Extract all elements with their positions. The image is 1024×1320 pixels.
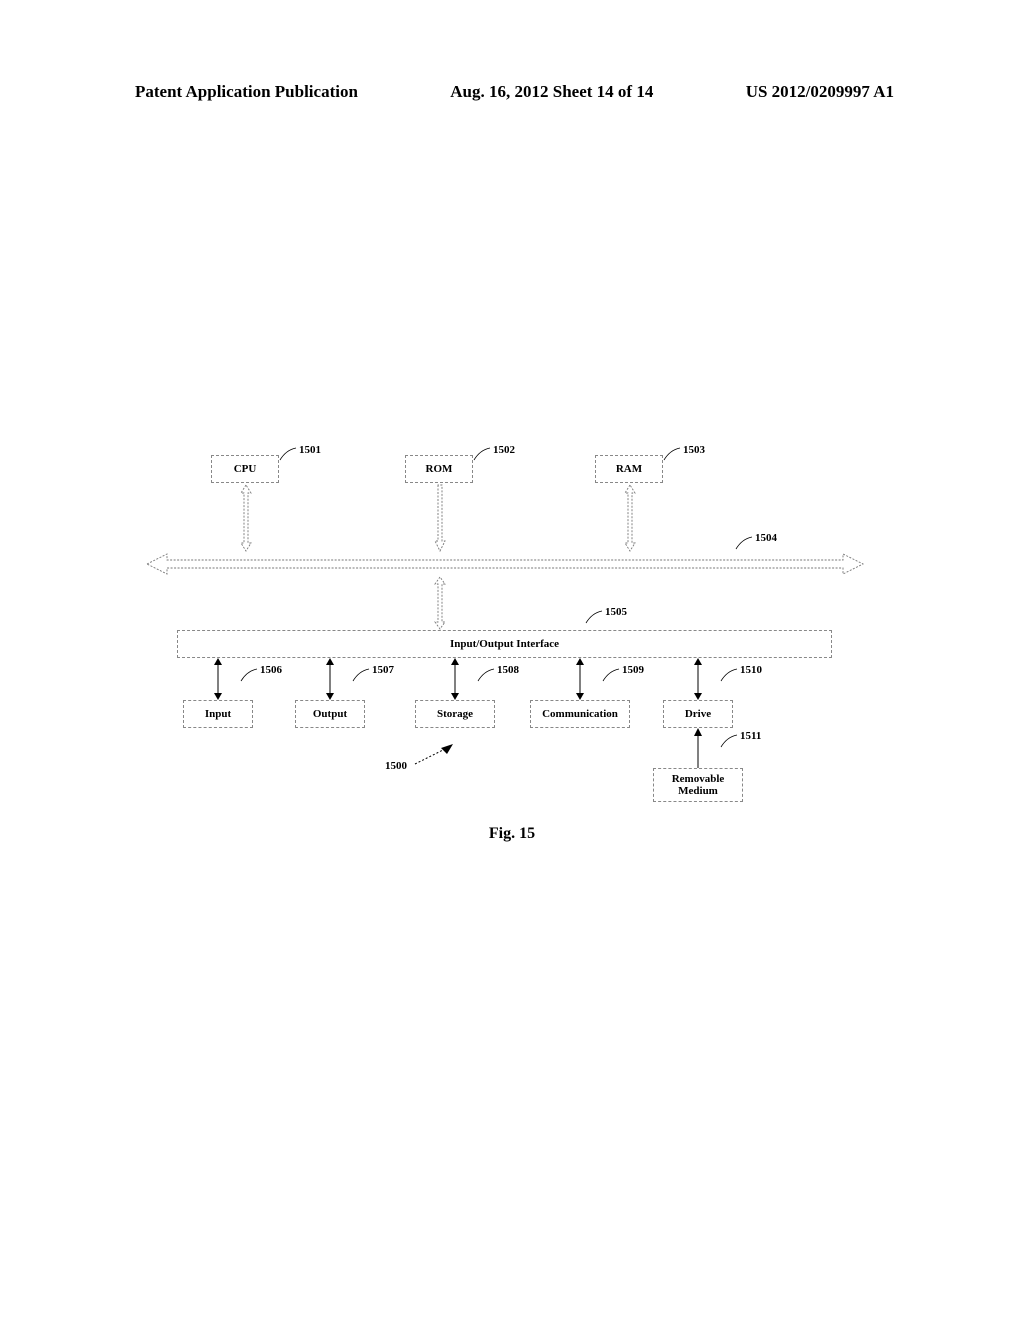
system-bus bbox=[145, 552, 865, 576]
io-comm-connector bbox=[575, 658, 585, 700]
ram-label: RAM bbox=[616, 463, 642, 475]
drive-ref: 1510 bbox=[740, 664, 762, 676]
input-block: Input bbox=[183, 700, 253, 728]
leader-icon bbox=[720, 668, 738, 682]
overall-ref: 1500 bbox=[385, 760, 407, 772]
leader-icon bbox=[279, 447, 297, 461]
page-header: Patent Application Publication Aug. 16, … bbox=[0, 82, 1024, 102]
leader-icon bbox=[240, 668, 258, 682]
communication-label: Communication bbox=[542, 708, 618, 720]
io-storage-connector bbox=[450, 658, 460, 700]
medium-drive-connector bbox=[693, 728, 703, 768]
drive-label: Drive bbox=[685, 708, 711, 720]
output-label: Output bbox=[313, 708, 347, 720]
bus-io-connector bbox=[431, 575, 449, 631]
io-interface-label: Input/Output Interface bbox=[450, 638, 559, 650]
leader-icon bbox=[602, 668, 620, 682]
leader-icon bbox=[735, 536, 753, 550]
storage-label: Storage bbox=[437, 708, 473, 720]
leader-icon bbox=[473, 447, 491, 461]
input-ref: 1506 bbox=[260, 664, 282, 676]
cpu-bus-connector bbox=[237, 483, 255, 553]
caption-text: Fig. 15 bbox=[489, 825, 535, 842]
comm-ref: 1509 bbox=[622, 664, 644, 676]
io-drive-connector bbox=[693, 658, 703, 700]
removable-medium-block: Removable Medium bbox=[653, 768, 743, 802]
cpu-ref: 1501 bbox=[299, 444, 321, 456]
cpu-label: CPU bbox=[234, 463, 257, 475]
rom-block: ROM bbox=[405, 455, 473, 483]
header-left: Patent Application Publication bbox=[135, 82, 358, 102]
removable-medium-label: Removable Medium bbox=[672, 773, 725, 797]
ram-ref: 1503 bbox=[683, 444, 705, 456]
communication-block: Communication bbox=[530, 700, 630, 728]
leader-icon bbox=[477, 668, 495, 682]
rom-ref: 1502 bbox=[493, 444, 515, 456]
rom-label: ROM bbox=[426, 463, 453, 475]
leader-icon bbox=[585, 610, 603, 624]
io-input-connector bbox=[213, 658, 223, 700]
output-ref: 1507 bbox=[372, 664, 394, 676]
storage-ref: 1508 bbox=[497, 664, 519, 676]
bus-ref: 1504 bbox=[755, 532, 777, 544]
medium-ref: 1511 bbox=[740, 730, 761, 742]
output-block: Output bbox=[295, 700, 365, 728]
figure-15-diagram: CPU 1501 ROM 1502 RAM 1503 1504 I bbox=[155, 450, 855, 850]
leader-icon bbox=[720, 734, 738, 748]
rom-bus-connector bbox=[431, 483, 449, 553]
ram-bus-connector bbox=[621, 483, 639, 553]
ram-block: RAM bbox=[595, 455, 663, 483]
header-center: Aug. 16, 2012 Sheet 14 of 14 bbox=[450, 82, 653, 102]
cpu-block: CPU bbox=[211, 455, 279, 483]
pointer-arrow-icon bbox=[413, 744, 453, 766]
figure-caption: Fig. 15 bbox=[0, 825, 1024, 843]
io-ref: 1505 bbox=[605, 606, 627, 618]
io-output-connector bbox=[325, 658, 335, 700]
header-right: US 2012/0209997 A1 bbox=[746, 82, 894, 102]
io-interface-block: Input/Output Interface bbox=[177, 630, 832, 658]
storage-block: Storage bbox=[415, 700, 495, 728]
drive-block: Drive bbox=[663, 700, 733, 728]
input-label: Input bbox=[205, 708, 231, 720]
leader-icon bbox=[352, 668, 370, 682]
leader-icon bbox=[663, 447, 681, 461]
